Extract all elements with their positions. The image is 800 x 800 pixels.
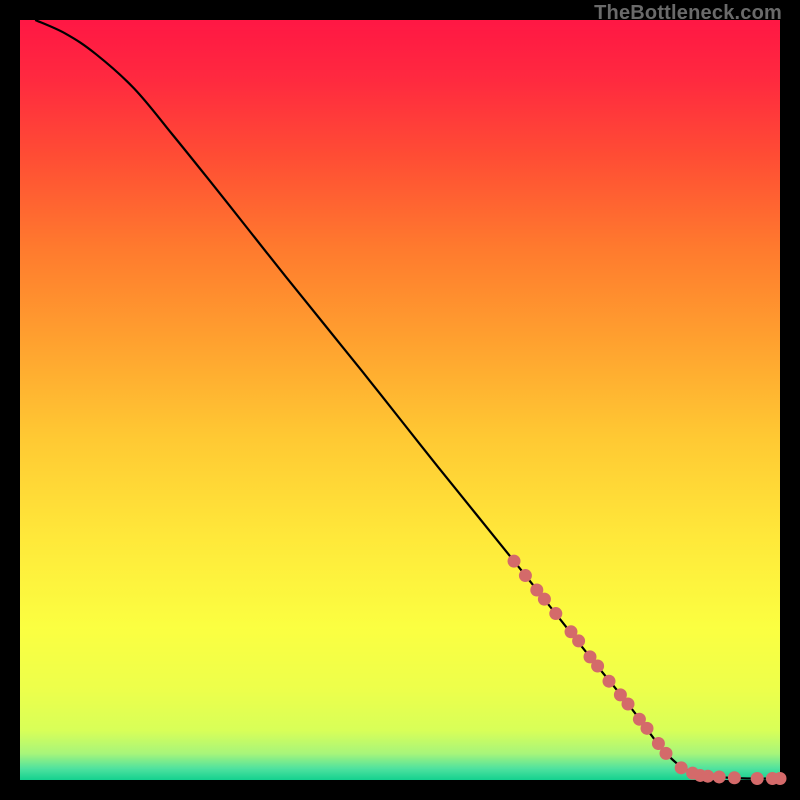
scatter-point	[774, 772, 787, 785]
scatter-point	[519, 569, 532, 582]
scatter-point	[713, 770, 726, 783]
watermark-text: TheBottleneck.com	[594, 2, 782, 25]
scatter-point	[701, 770, 714, 783]
scatter-point	[728, 771, 741, 784]
scatter-point	[660, 747, 673, 760]
scatter-point	[549, 607, 562, 620]
scatter-point	[622, 698, 635, 711]
scatter-point	[675, 761, 688, 774]
scatter-point	[591, 660, 604, 673]
scatter-point	[641, 722, 654, 735]
scatter-point	[508, 555, 521, 568]
plot-background	[20, 20, 780, 780]
scatter-point	[603, 675, 616, 688]
scatter-point	[751, 772, 764, 785]
chart-container: { "watermark": "TheBottleneck.com", "cha…	[0, 0, 800, 800]
scatter-point	[538, 593, 551, 606]
chart-plot	[0, 0, 800, 800]
scatter-point	[572, 634, 585, 647]
